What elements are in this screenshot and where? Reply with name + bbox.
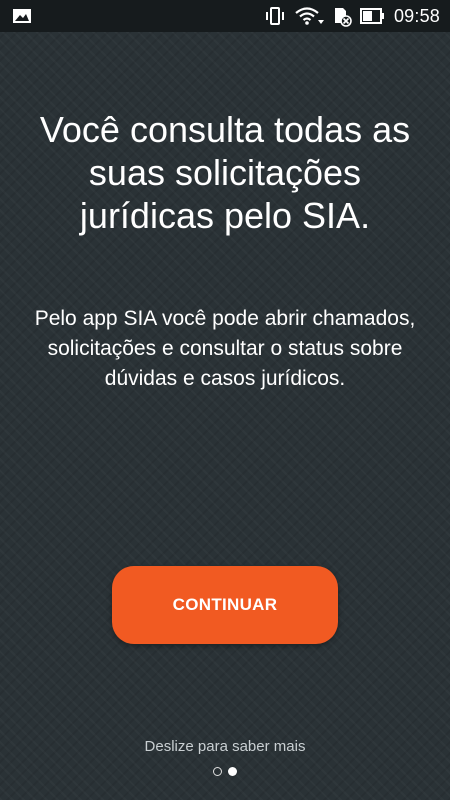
page-indicator[interactable] (0, 767, 450, 776)
continue-button[interactable]: CONTINUAR (112, 566, 338, 644)
sd-card-icon (332, 5, 352, 27)
status-time: 09:58 (393, 5, 440, 26)
onboarding-headline: Você consulta todas as suas solicitações… (39, 109, 411, 236)
page-indicator-dot-1[interactable] (213, 767, 222, 776)
onboarding-screen: 09:58 Você consulta todas as suas solici… (0, 0, 450, 800)
battery-icon (359, 7, 386, 25)
image-notification-icon (12, 7, 32, 25)
vibrate-icon (264, 6, 286, 26)
status-bar: 09:58 (0, 0, 450, 32)
wifi-icon (294, 6, 324, 26)
onboarding-description: Pelo app SIA você pode abrir chamados, s… (34, 307, 416, 390)
status-icons: 09:58 (264, 0, 440, 32)
page-indicator-dot-2[interactable] (228, 767, 237, 776)
swipe-hint: Deslize para saber mais (144, 738, 306, 755)
